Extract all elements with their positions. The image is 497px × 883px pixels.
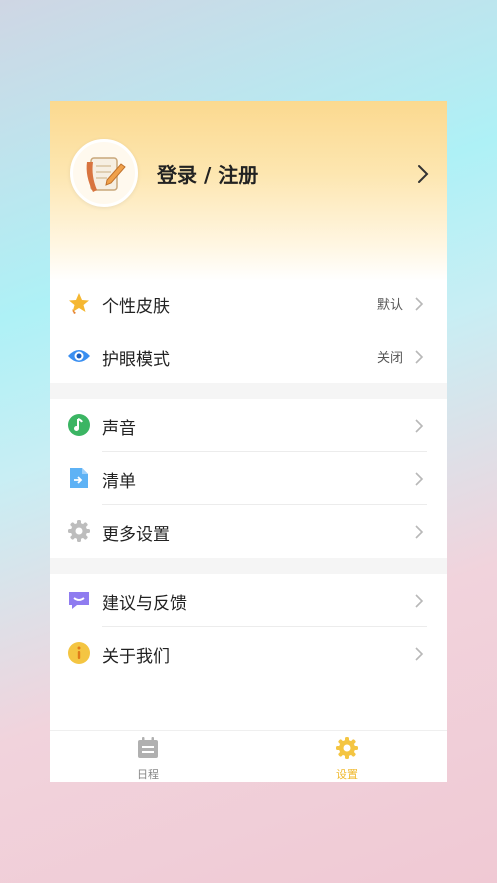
avatar[interactable] bbox=[70, 139, 138, 207]
tab-label: 日程 bbox=[137, 768, 159, 781]
login-register-label[interactable]: 登录 / 注册 bbox=[157, 159, 258, 188]
chat-bubble-icon bbox=[69, 592, 89, 609]
tab-label: 设置 bbox=[336, 768, 358, 781]
settings-screen: 登录 / 注册 个性皮肤 默认 护眼模式 关闭 声音 清单 更多设置 建议与反馈… bbox=[50, 101, 447, 782]
menu-value: 默认 bbox=[376, 298, 403, 313]
eye-icon bbox=[68, 350, 90, 362]
chevron-right-icon bbox=[415, 472, 424, 486]
menu-label: 护眼模式 bbox=[102, 350, 170, 370]
chevron-right-icon bbox=[415, 525, 424, 539]
chevron-right-icon bbox=[415, 297, 424, 311]
menu-label: 声音 bbox=[102, 419, 136, 439]
info-icon bbox=[68, 642, 90, 664]
menu-item-about[interactable]: 关于我们 bbox=[50, 627, 447, 680]
chevron-right-icon bbox=[415, 419, 424, 433]
chevron-right-icon bbox=[415, 594, 424, 608]
menu-item-more-settings[interactable]: 更多设置 bbox=[50, 505, 447, 558]
calendar-icon bbox=[138, 737, 158, 758]
music-note-icon bbox=[68, 414, 90, 436]
menu-label: 清单 bbox=[102, 472, 136, 492]
menu-label: 关于我们 bbox=[102, 647, 170, 667]
star-sparkle-icon bbox=[69, 293, 89, 314]
settings-gear-icon bbox=[336, 737, 358, 759]
chevron-right-icon bbox=[415, 647, 424, 661]
menu-item-sound[interactable]: 声音 bbox=[50, 399, 447, 452]
menu-item-feedback[interactable]: 建议与反馈 bbox=[50, 574, 447, 627]
menu-label: 更多设置 bbox=[102, 525, 170, 545]
list-file-icon bbox=[70, 468, 88, 488]
profile-header[interactable]: 登录 / 注册 bbox=[50, 101, 447, 281]
notebook-pencil-icon bbox=[86, 157, 126, 192]
tab-schedule[interactable]: 日程 bbox=[118, 736, 178, 782]
gear-icon bbox=[68, 520, 90, 542]
section-divider bbox=[50, 383, 447, 399]
menu-label: 个性皮肤 bbox=[102, 297, 170, 317]
bottom-tab-bar: 日程 设置 bbox=[50, 730, 447, 782]
menu-item-skin[interactable]: 个性皮肤 默认 bbox=[50, 277, 447, 330]
chevron-right-icon bbox=[418, 165, 429, 183]
tab-settings[interactable]: 设置 bbox=[317, 736, 377, 782]
chevron-right-icon bbox=[415, 350, 424, 364]
menu-value: 关闭 bbox=[376, 351, 403, 366]
section-divider bbox=[50, 558, 447, 574]
menu-item-eye-mode[interactable]: 护眼模式 关闭 bbox=[50, 330, 447, 383]
menu-item-list[interactable]: 清单 bbox=[50, 452, 447, 505]
menu-label: 建议与反馈 bbox=[102, 594, 187, 614]
